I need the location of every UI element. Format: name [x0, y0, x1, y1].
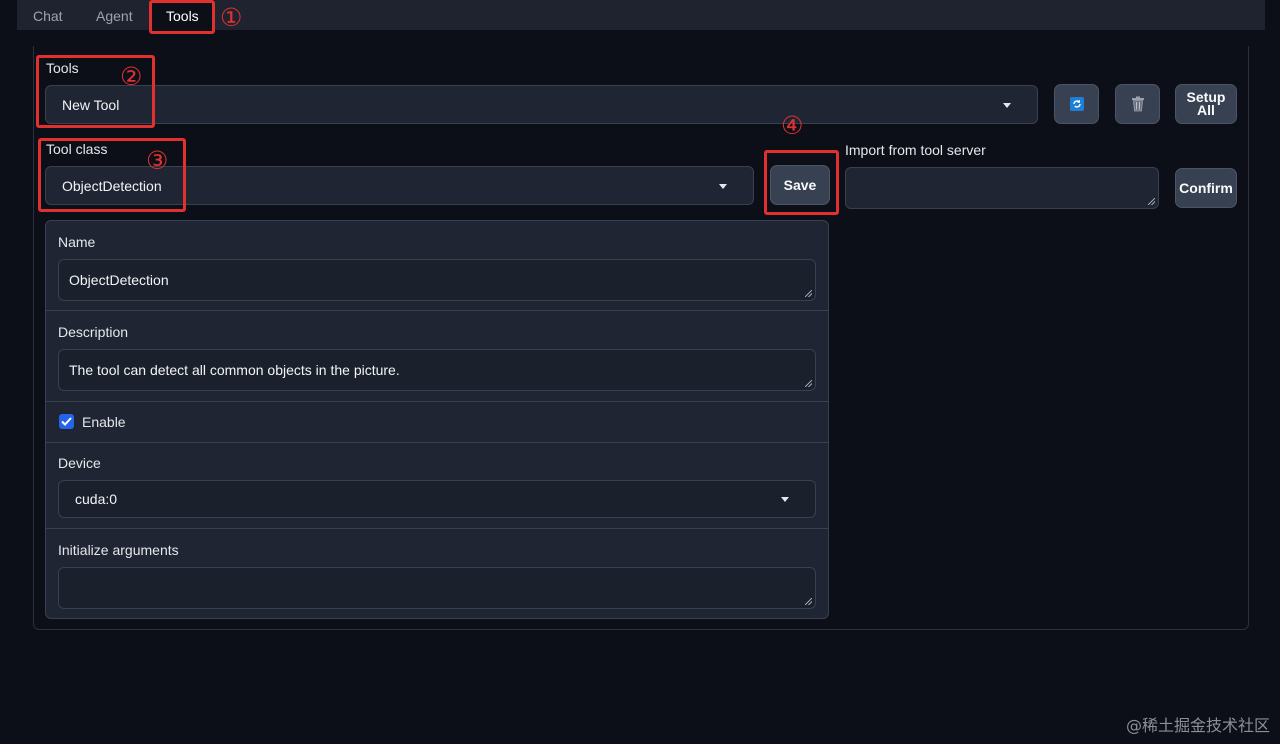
- setup-all-label-line2: All: [1197, 102, 1215, 118]
- tools-label: Tools: [46, 60, 79, 76]
- tab-tools[interactable]: Tools: [150, 0, 215, 30]
- resize-grip-icon[interactable]: [1148, 198, 1155, 205]
- resize-grip-icon[interactable]: [805, 290, 812, 297]
- watermark: @稀土掘金技术社区: [1125, 716, 1270, 735]
- import-input[interactable]: [845, 167, 1159, 209]
- resize-grip-icon[interactable]: [805, 598, 812, 605]
- name-input[interactable]: ObjectDetection: [58, 259, 816, 301]
- description-input-value: The tool can detect all common objects i…: [69, 362, 400, 378]
- checkmark-icon: [61, 417, 72, 426]
- divider: [46, 310, 828, 311]
- refresh-icon: [1069, 97, 1084, 111]
- save-button[interactable]: Save: [770, 165, 830, 205]
- name-label: Name: [58, 234, 96, 250]
- chevron-down-icon: [719, 183, 727, 189]
- divider: [46, 442, 828, 443]
- chevron-down-icon: [1003, 102, 1011, 108]
- tab-bar: Chat Agent Tools: [17, 0, 1265, 30]
- name-input-value: ObjectDetection: [69, 272, 169, 288]
- device-select-value: cuda:0: [75, 491, 118, 507]
- init-args-label: Initialize arguments: [58, 542, 179, 558]
- description-input[interactable]: The tool can detect all common objects i…: [58, 349, 816, 391]
- import-label: Import from tool server: [845, 142, 986, 158]
- device-label: Device: [58, 455, 101, 471]
- resize-grip-icon[interactable]: [805, 380, 812, 387]
- init-args-input[interactable]: [58, 567, 816, 609]
- tool-form: Name ObjectDetection Description The too…: [45, 220, 829, 619]
- setup-all-button[interactable]: Setup All: [1175, 84, 1237, 124]
- tools-select-value: New Tool: [62, 96, 120, 113]
- chevron-down-icon: [781, 497, 789, 502]
- enable-checkbox[interactable]: [59, 414, 74, 429]
- tool-class-select[interactable]: ObjectDetection: [45, 166, 754, 205]
- tools-select[interactable]: New Tool: [45, 85, 1038, 124]
- confirm-button[interactable]: Confirm: [1175, 168, 1237, 208]
- description-label: Description: [58, 324, 129, 340]
- divider: [46, 401, 828, 402]
- device-select[interactable]: cuda:0: [58, 480, 816, 518]
- tool-class-label: Tool class: [46, 141, 108, 157]
- tab-chat[interactable]: Chat: [17, 0, 79, 30]
- refresh-button[interactable]: [1054, 84, 1099, 124]
- enable-label[interactable]: Enable: [82, 414, 126, 430]
- divider: [46, 528, 828, 529]
- trash-icon: [1131, 96, 1144, 112]
- tab-agent[interactable]: Agent: [80, 0, 149, 30]
- tool-class-select-value: ObjectDetection: [62, 177, 162, 194]
- delete-button[interactable]: [1115, 84, 1160, 124]
